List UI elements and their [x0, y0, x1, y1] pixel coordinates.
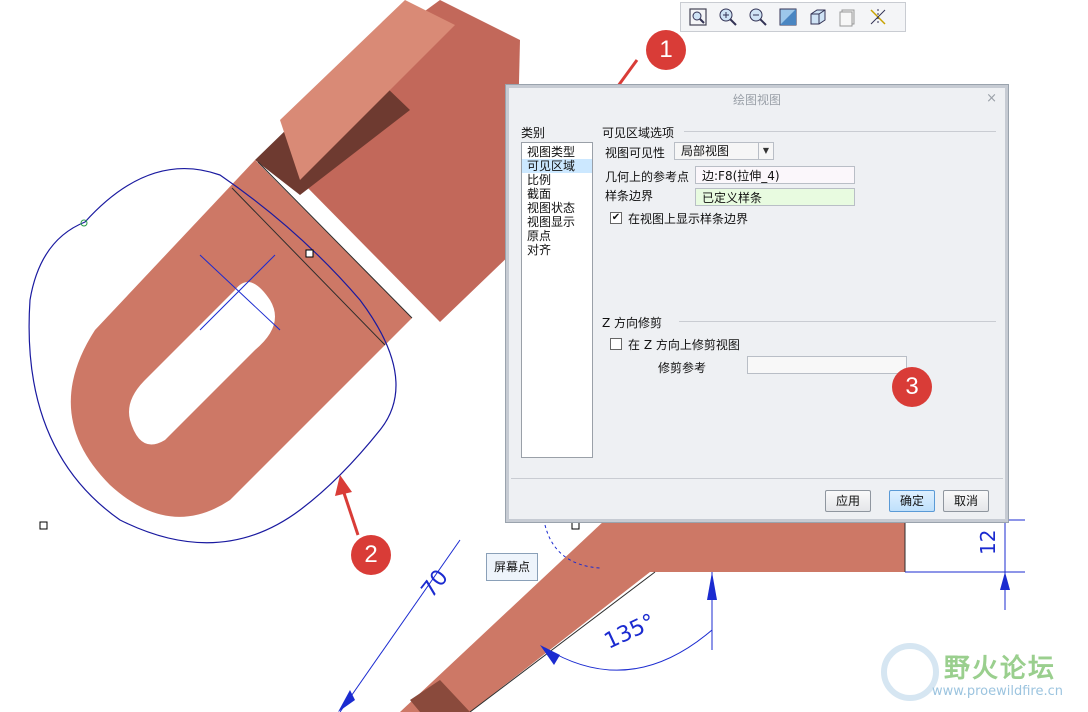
show-spline-label: 在视图上显示样条边界	[628, 212, 749, 226]
category-item-view-states[interactable]: 视图状态	[522, 201, 592, 215]
ref-point-field[interactable]: 边:F8(拉伸_4)	[695, 166, 855, 184]
watermark-logo-icon	[881, 643, 939, 701]
watermark-text: 野火论坛	[944, 654, 1057, 684]
zoom-out-icon[interactable]	[745, 4, 771, 30]
ref-point-label: 几何上的参考点	[605, 170, 690, 184]
zoom-in-icon[interactable]	[715, 4, 741, 30]
view-toolbar	[680, 2, 906, 32]
view-visibility-select[interactable]: 局部视图 ▼	[674, 142, 774, 160]
show-spline-checkbox[interactable]: ✔	[610, 212, 622, 224]
part-lower-view	[400, 520, 905, 712]
close-icon[interactable]: ×	[986, 91, 997, 106]
trim-ref-field[interactable]	[747, 356, 907, 374]
saved-views-icon[interactable]	[835, 4, 861, 30]
screen-point-tooltip: 屏幕点	[486, 553, 538, 581]
z-trim-checkbox[interactable]	[610, 338, 622, 350]
arrow-2	[341, 489, 360, 536]
handle-square[interactable]	[39, 521, 48, 530]
cancel-button[interactable]: 取消	[943, 490, 989, 512]
category-item-visible-area[interactable]: 可见区域	[522, 159, 592, 173]
categories-label: 类别	[521, 126, 546, 140]
callout-badge-2: 2	[351, 535, 391, 575]
trim-ref-label: 修剪参考	[658, 361, 707, 375]
category-item-view-display[interactable]: 视图显示	[522, 215, 592, 229]
category-list: 视图类型 可见区域 比例 截面 视图状态 视图显示 原点 对齐	[521, 142, 593, 458]
display-style-icon[interactable]	[865, 4, 891, 30]
ok-button[interactable]: 确定	[889, 490, 935, 512]
handle-square[interactable]	[571, 521, 580, 530]
apply-button[interactable]: 应用	[825, 490, 871, 512]
callout-badge-3: 3	[892, 367, 932, 407]
category-item-origin[interactable]: 原点	[522, 229, 592, 243]
watermark-url: www.proewildfire.cn	[932, 684, 1063, 699]
view-visibility-label: 视图可见性	[605, 146, 666, 160]
chevron-down-icon: ▼	[758, 143, 773, 159]
spline-boundary-label: 样条边界	[605, 189, 654, 203]
category-item-scale[interactable]: 比例	[522, 173, 592, 187]
dim-height-text: 12	[976, 530, 1000, 555]
category-item-alignment[interactable]: 对齐	[522, 243, 592, 257]
z-trim-label: 在 Z 方向上修剪视图	[628, 338, 740, 352]
callout-badge-1: 1	[646, 30, 686, 70]
dim-length-text: 70	[417, 565, 454, 602]
drawing-view-dialog: 绘图视图 × 类别 视图类型 可见区域 比例 截面 视图状态 视图显示 原点 对…	[506, 85, 1008, 522]
view-visibility-value: 局部视图	[681, 144, 730, 158]
category-item-view-type[interactable]: 视图类型	[522, 145, 592, 159]
visible-area-section-title: 可见区域选项	[602, 126, 675, 140]
reorient-icon[interactable]	[775, 4, 801, 30]
dialog-title: 绘图视图	[732, 93, 781, 107]
handle-square[interactable]	[305, 249, 314, 258]
spline-boundary-field[interactable]: 已定义样条	[695, 188, 855, 206]
zoom-fit-icon[interactable]	[685, 4, 711, 30]
z-trim-section-title: Z 方向修剪	[602, 316, 663, 330]
category-item-section[interactable]: 截面	[522, 187, 592, 201]
view-cube-icon[interactable]	[805, 4, 831, 30]
dim-angle-text: 135°	[601, 610, 660, 655]
